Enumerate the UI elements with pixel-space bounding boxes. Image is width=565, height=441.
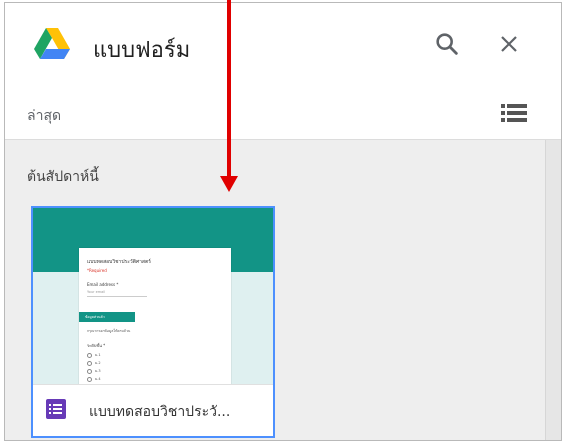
thumbnail-input-line: [87, 296, 147, 297]
annotation-arrow-head-icon: [220, 176, 238, 192]
file-thumbnail: แบบทดสอบวิชาประวัติศาสตร์ *Required Emai…: [33, 208, 273, 384]
thumbnail-option: ม.3: [87, 368, 101, 374]
thumbnail-question: Email address *: [87, 282, 119, 287]
thumbnail-question: ระดับชั้น *: [87, 343, 106, 348]
thumbnail-placeholder: Your email: [87, 290, 106, 294]
annotation-arrow-shaft: [227, 0, 231, 178]
file-name: แบบทดสอบวิชาประวั...: [89, 404, 231, 420]
sort-bar: ล่าสุด: [5, 89, 561, 140]
file-card-footer: แบบทดสอบวิชาประวั...: [33, 384, 273, 436]
thumbnail-description: กรุณากรอกข้อมูลให้ครบถ้วน: [87, 329, 131, 333]
file-grid: ต้นสัปดาห์นี้ แบบทดสอบวิชาประวัติศาสตร์ …: [5, 140, 545, 440]
thumbnail-option: ม.1: [87, 352, 101, 358]
thumbnail-option: ม.4: [87, 376, 101, 382]
close-icon[interactable]: [497, 32, 521, 56]
thumbnail-section-header: ข้อมูลส่วนตัว: [79, 312, 135, 322]
list-view-icon[interactable]: [501, 102, 527, 124]
thumbnail-form-title: แบบทดสอบวิชาประวัติศาสตร์: [87, 259, 151, 265]
google-drive-logo-icon: [34, 28, 70, 59]
file-card[interactable]: แบบทดสอบวิชาประวัติศาสตร์ *Required Emai…: [31, 206, 275, 438]
scrollbar[interactable]: [545, 140, 561, 440]
thumbnail-required-note: *Required: [87, 268, 107, 273]
thumbnail-option: ม.2: [87, 360, 101, 366]
section-heading: ต้นสัปดาห์นี้: [27, 169, 99, 185]
forms-picker-dialog: แบบฟอร์ม ล่าสุด ต้นสัปดาห์นี้ แบบทดสอบวิ…: [4, 2, 562, 441]
dialog-title: แบบฟอร์ม: [93, 38, 191, 63]
search-icon[interactable]: [433, 30, 461, 58]
sort-recent-label[interactable]: ล่าสุด: [27, 105, 61, 127]
google-forms-icon: [46, 399, 66, 419]
thumbnail-form-page: แบบทดสอบวิชาประวัติศาสตร์ *Required Emai…: [79, 248, 231, 384]
dialog-header: แบบฟอร์ม: [5, 3, 561, 89]
